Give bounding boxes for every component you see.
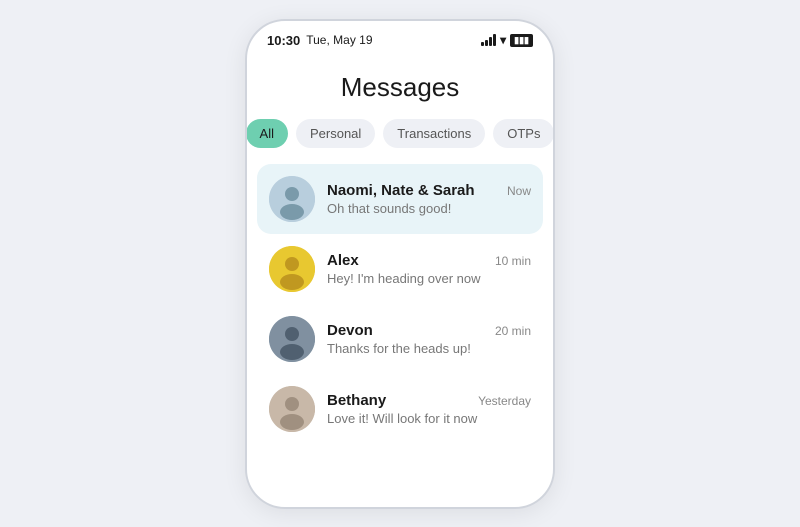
filter-tab-all[interactable]: All: [247, 119, 288, 148]
page-title: Messages: [247, 54, 553, 119]
message-header-alex: Alex 10 min: [327, 252, 531, 269]
status-bar: 10:30 Tue, May 19 ▾ ▮▮▮: [247, 21, 553, 54]
filter-tabs: All Personal Transactions OTPs: [247, 119, 553, 164]
message-preview-bethany: Love it! Will look for it now: [327, 411, 531, 426]
message-item-naomi[interactable]: Naomi, Nate & Sarah Now Oh that sounds g…: [257, 164, 543, 234]
signal-icon: [481, 34, 496, 46]
message-item-alex[interactable]: Alex 10 min Hey! I'm heading over now: [257, 234, 543, 304]
message-preview-alex: Hey! I'm heading over now: [327, 271, 531, 286]
status-time: 10:30: [267, 33, 300, 48]
avatar-devon: [269, 316, 315, 362]
message-item-devon[interactable]: Devon 20 min Thanks for the heads up!: [257, 304, 543, 374]
message-body-naomi: Naomi, Nate & Sarah Now Oh that sounds g…: [327, 182, 531, 216]
status-date: Tue, May 19: [306, 33, 372, 47]
message-item-bethany[interactable]: Bethany Yesterday Love it! Will look for…: [257, 374, 543, 444]
filter-tab-otps[interactable]: OTPs: [493, 119, 553, 148]
phone-frame: 10:30 Tue, May 19 ▾ ▮▮▮ Messages All Per…: [245, 19, 555, 509]
message-name-naomi: Naomi, Nate & Sarah: [327, 182, 475, 199]
avatar-bethany: [269, 386, 315, 432]
message-header-bethany: Bethany Yesterday: [327, 392, 531, 409]
main-content: Messages All Personal Transactions OTPs: [247, 54, 553, 507]
message-header-naomi: Naomi, Nate & Sarah Now: [327, 182, 531, 199]
message-preview-naomi: Oh that sounds good!: [327, 201, 531, 216]
message-time-devon: 20 min: [495, 324, 531, 338]
filter-tab-transactions[interactable]: Transactions: [383, 119, 485, 148]
wifi-icon: ▾: [500, 33, 506, 47]
message-list: Naomi, Nate & Sarah Now Oh that sounds g…: [247, 164, 553, 497]
message-name-devon: Devon: [327, 322, 373, 339]
battery-icon: ▮▮▮: [510, 34, 533, 47]
message-body-alex: Alex 10 min Hey! I'm heading over now: [327, 252, 531, 286]
message-time-naomi: Now: [507, 184, 531, 198]
message-time-bethany: Yesterday: [478, 394, 531, 408]
message-body-devon: Devon 20 min Thanks for the heads up!: [327, 322, 531, 356]
status-icons: ▾ ▮▮▮: [481, 33, 533, 47]
avatar-alex: [269, 246, 315, 292]
message-header-devon: Devon 20 min: [327, 322, 531, 339]
message-name-bethany: Bethany: [327, 392, 386, 409]
message-time-alex: 10 min: [495, 254, 531, 268]
message-name-alex: Alex: [327, 252, 359, 269]
message-preview-devon: Thanks for the heads up!: [327, 341, 531, 356]
avatar-naomi: [269, 176, 315, 222]
filter-tab-personal[interactable]: Personal: [296, 119, 375, 148]
message-body-bethany: Bethany Yesterday Love it! Will look for…: [327, 392, 531, 426]
